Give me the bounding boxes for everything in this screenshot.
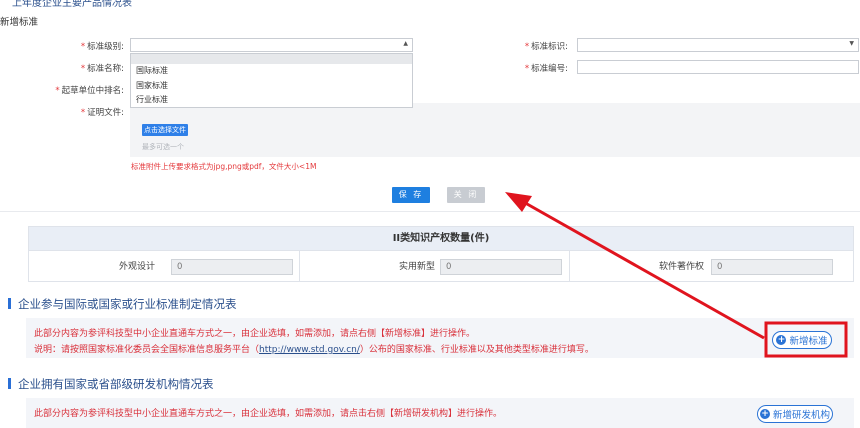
utility-count-field[interactable]: 0 — [440, 259, 562, 275]
required-star: * — [55, 86, 60, 96]
required-star: * — [524, 42, 530, 52]
upload-hint: 最多可选一个 — [142, 143, 184, 151]
ip-table-title: II类知识产权数量(件) — [29, 227, 853, 251]
divider — [569, 251, 570, 282]
level-select[interactable]: ▲ — [130, 38, 413, 52]
std-website-link[interactable]: http://www.std.gov.cn/ — [259, 345, 360, 355]
ip-count-table: II类知识产权数量(件) 外观设计 0 实用新型 0 软件著作权 0 — [28, 226, 854, 282]
required-star: * — [80, 108, 86, 118]
level-dropdown-list: 国际标准 国家标准 行业标准 — [130, 53, 413, 108]
partial-heading: 上年度企业主要产品情况表 — [12, 0, 132, 8]
level-option-international[interactable]: 国际标准 — [131, 64, 412, 79]
upload-requirement-note: 标准附件上传要求格式为jpg,png或pdf，文件大小<1M — [131, 162, 317, 171]
plus-icon: + — [776, 335, 787, 345]
dialog-bottom-edge — [0, 211, 860, 212]
section-marker — [8, 378, 11, 389]
dropdown-caret-icon: ▲ — [403, 40, 408, 47]
utility-label: 实用新型 — [399, 262, 436, 272]
upload-area — [130, 103, 860, 157]
file-label: * 证明文件: — [80, 108, 124, 118]
standards-notice-line2: 说明：请按照国家标准化委员会全国标准信息服务平台（http://www.std.… — [34, 342, 594, 355]
save-button[interactable]: 保 存 — [392, 187, 430, 203]
plus-icon: + — [759, 409, 770, 419]
dropdown-caret-icon: ▼ — [849, 40, 854, 47]
standards-notice: 此部分内容为参评科技型中小企业直通车方式之一，由企业选填，如需添加，请点右侧【新… — [26, 318, 854, 358]
dialog-title: 新增标准 — [0, 17, 39, 28]
mark-label: * 标准标识: — [524, 42, 568, 52]
section-marker — [8, 298, 11, 309]
design-count-field[interactable]: 0 — [171, 259, 293, 275]
standards-notice-line1: 此部分内容为参评科技型中小企业直通车方式之一，由企业选填，如需添加，请点右侧【新… — [34, 329, 476, 339]
add-standard-dialog: 上年度企业主要产品情况表 新增标准 * 标准级别: ▲ * 标准标识: ▼ * 标准名… — [0, 0, 860, 212]
number-label: * 标准编号: — [524, 64, 568, 74]
add-rd-label: 新增研发机构 — [772, 410, 830, 421]
rd-notice-line1: 此部分内容为参评科技型中小企业直通车方式之一，由企业选填，如需添加，请点击右侧【… — [34, 409, 503, 419]
mark-select[interactable]: ▼ — [577, 38, 859, 52]
choose-file-button[interactable]: 点击选择文件 — [142, 124, 188, 136]
add-rd-institution-button[interactable]: + 新增研发机构 — [757, 405, 833, 423]
software-label: 软件著作权 — [659, 262, 705, 272]
divider — [299, 251, 300, 282]
design-label: 外观设计 — [119, 262, 156, 272]
rd-notice: 此部分内容为参评科技型中小企业直通车方式之一，由企业选填，如需添加，请点击右侧【… — [26, 398, 854, 428]
level-option-national[interactable]: 国家标准 — [131, 79, 412, 94]
software-count-field[interactable]: 0 — [711, 259, 833, 275]
notice-suffix: ）公布的国家标准、行业标准以及其他类型标准进行填写。 — [359, 345, 594, 355]
required-star: * — [80, 42, 86, 52]
close-button[interactable]: 关 闭 — [447, 187, 485, 203]
dialog-top-strip: 上年度企业主要产品情况表 — [0, 0, 860, 8]
level-option-industry[interactable]: 行业标准 — [131, 93, 412, 108]
rd-section-heading: 企业拥有国家或省部级研发机构情况表 — [18, 377, 214, 391]
rank-label: * 起草单位中排名: — [55, 86, 124, 96]
name-label: * 标准名称: — [80, 64, 124, 74]
notice-prefix: 说明：请按照国家标准化委员会全国标准信息服务平台（ — [34, 345, 260, 355]
add-standard-label: 新增标准 — [789, 336, 828, 347]
level-label: * 标准级别: — [80, 42, 124, 52]
add-standard-button[interactable]: + 新增标准 — [772, 331, 832, 349]
standards-section-heading: 企业参与国际或国家或行业标准制定情况表 — [18, 297, 237, 311]
required-star: * — [80, 64, 86, 74]
required-star: * — [524, 64, 530, 74]
dropdown-blank-option[interactable] — [131, 54, 412, 64]
number-input[interactable] — [577, 60, 859, 74]
